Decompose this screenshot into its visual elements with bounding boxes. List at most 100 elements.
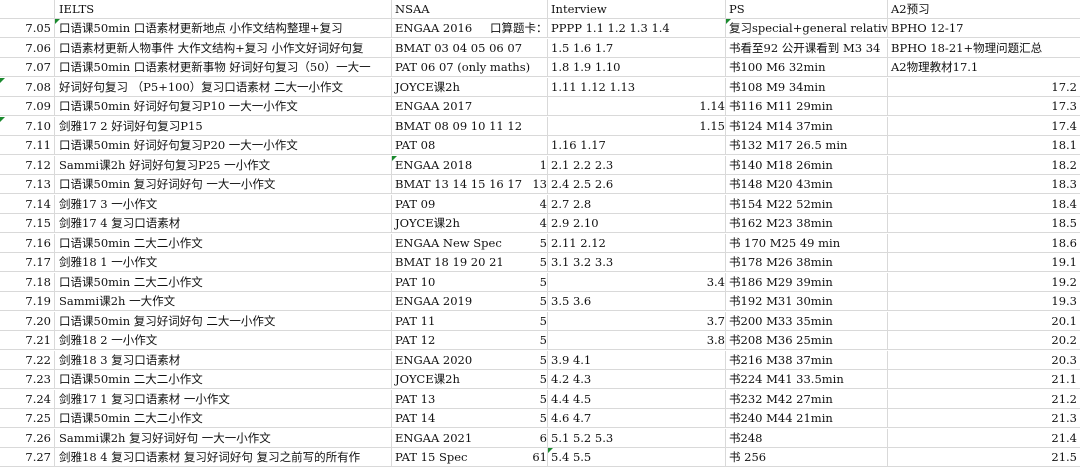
cell-interview[interactable]: 1.11 1.12 1.13 [548,77,726,96]
cell-ielts[interactable]: 口语课50min 二大二小作文 [55,370,392,388]
cell-interview[interactable]: 3.5 3.6 [548,292,726,310]
cell-ps[interactable]: 书186 M29 39min [726,272,888,291]
cell-ielts[interactable]: 剑雅18 4 复习口语素材 复习好词好句 复习之前写的所有作 [55,448,392,466]
cell-nsaa[interactable]: BMAT 03 04 05 06 07 [392,38,548,57]
cell-date[interactable]: 7.17 [0,253,55,271]
cell-interview[interactable]: 1.16 1.17 [548,136,726,154]
cell-a2[interactable]: 19.1 [888,253,1080,271]
cell-nsaa-overflow[interactable]: 5 [392,253,548,271]
cell-a2[interactable]: 21.4 [888,429,1080,447]
cell-nsaa[interactable]: PAT 06 07 (only maths) [392,58,548,76]
cell-interview[interactable]: 5.1 5.2 5.3 [548,428,726,447]
cell-ielts[interactable]: 剑雅18 3 复习口语素材 [55,350,392,369]
cell-interview[interactable]: 2.7 2.8 [548,194,726,213]
cell-ps[interactable]: 书192 M31 30min [726,292,888,310]
cell-a2[interactable]: 21.1 [888,370,1080,388]
cell-a2[interactable]: BPHO 18-21+物理问题汇总 [888,39,1080,57]
cell-date[interactable]: 7.09 [0,97,55,115]
cell-date[interactable]: 7.20 [0,311,55,330]
cell-interview-right[interactable]: 1.15 [548,117,726,135]
header-a2[interactable]: A2预习 [888,0,1080,18]
cell-nsaa-overflow[interactable]: 5 [392,312,548,330]
cell-a2[interactable]: 18.6 [888,234,1080,252]
header-date[interactable] [0,0,55,18]
cell-ps[interactable]: 书 256 [726,448,888,466]
cell-ps[interactable]: 书208 M36 25min [726,331,888,349]
cell-nsaa-overflow[interactable]: 5 [392,409,548,427]
cell-nsaa[interactable]: BMAT 08 09 10 11 12 [392,116,548,135]
cell-ielts[interactable]: 口语课50min 二大二小作文 [55,233,392,252]
cell-ps[interactable]: 书154 M22 52min [726,194,888,213]
cell-interview-right[interactable]: 3.8 [548,331,726,349]
cell-interview[interactable]: 1.8 1.9 1.10 [548,58,726,76]
cell-a2[interactable]: 18.2 [888,156,1080,174]
cell-ielts[interactable]: 剑雅17 1 复习口语素材 一小作文 [55,389,392,408]
cell-date[interactable]: 7.13 [0,175,55,193]
cell-interview[interactable]: 2.4 2.5 2.6 [548,175,726,193]
cell-date[interactable]: 7.24 [0,389,55,408]
cell-a2[interactable]: 20.1 [888,312,1080,330]
cell-date[interactable]: 7.10 [0,116,55,135]
cell-interview[interactable]: 4.2 4.3 [548,370,726,388]
cell-a2[interactable]: 19.3 [888,292,1080,310]
cell-a2[interactable]: 18.4 [888,195,1080,213]
cell-ps[interactable]: 书162 M23 38min [726,214,888,232]
cell-ps[interactable]: 书140 M18 26min [726,155,888,174]
cell-date[interactable]: 7.27 [0,448,55,466]
cell-a2[interactable]: 21.5 [888,448,1080,466]
header-ielts[interactable]: IELTS [55,0,392,18]
cell-ps[interactable]: 书124 M14 37min [726,116,888,135]
cell-interview[interactable]: 4.6 4.7 [548,409,726,427]
cell-ielts[interactable]: 口语课50min 口语素材更新地点 小作文结构整理+复习 [55,19,392,37]
cell-nsaa-overflow[interactable]: 5 [392,351,548,369]
cell-interview[interactable]: 2.1 2.2 2.3 [548,155,726,174]
cell-date[interactable]: 7.25 [0,409,55,427]
cell-date[interactable]: 7.11 [0,136,55,154]
cell-interview[interactable]: 2.9 2.10 [548,214,726,232]
cell-date[interactable]: 7.18 [0,272,55,291]
cell-ielts[interactable]: 口语课50min 好词好句复习P20 一大一小作文 [55,136,392,154]
cell-a2[interactable]: 18.1 [888,136,1080,154]
cell-a2[interactable]: 18.3 [888,175,1080,193]
cell-a2[interactable]: A2物理教材17.1 [888,58,1080,76]
cell-a2[interactable]: 17.4 [888,117,1080,135]
cell-interview[interactable]: 5.4 5.5 [548,448,726,466]
cell-ielts[interactable]: Sammi课2h 好词好句复习P25 一小作文 [55,155,392,174]
cell-interview-right[interactable]: 1.14 [548,97,726,115]
cell-nsaa-overflow[interactable]: 5 [392,273,548,291]
cell-date[interactable]: 7.06 [0,38,55,57]
cell-nsaa[interactable]: PAT 08 [392,136,548,154]
cell-nsaa-overflow[interactable]: 61 [392,448,548,466]
cell-ielts[interactable]: 口语课50min 复习好词好句 二大一小作文 [55,311,392,330]
cell-a2[interactable]: 21.2 [888,390,1080,408]
cell-ps[interactable]: 书224 M41 33.5min [726,370,888,388]
cell-ielts[interactable]: 口语素材更新人物事件 大作文结构+复习 小作文好词好句复 [55,38,392,57]
cell-nsaa-overflow[interactable]: 5 [392,234,548,252]
cell-date[interactable]: 7.22 [0,350,55,369]
cell-ielts[interactable]: Sammi课2h 复习好词好句 一大一小作文 [55,428,392,447]
cell-ps[interactable]: 书178 M26 38min [726,253,888,271]
cell-a2[interactable]: 21.3 [888,409,1080,427]
cell-date[interactable]: 7.07 [0,58,55,76]
cell-interview[interactable]: 2.11 2.12 [548,233,726,252]
cell-interview[interactable]: 3.1 3.2 3.3 [548,253,726,271]
cell-date[interactable]: 7.05 [0,19,55,37]
cell-ps[interactable]: 书 170 M25 49 min [726,233,888,252]
cell-nsaa-overflow[interactable]: 5 [392,390,548,408]
cell-interview[interactable]: 3.9 4.1 [548,350,726,369]
cell-date[interactable]: 7.15 [0,214,55,232]
header-interview[interactable]: Interview [548,0,726,18]
cell-ps[interactable]: 书200 M33 35min [726,311,888,330]
cell-a2[interactable]: 19.2 [888,273,1080,291]
cell-interview[interactable]: PPPP 1.1 1.2 1.3 1.4 [548,19,726,37]
cell-a2[interactable]: BPHO 12-17 [888,19,1080,37]
cell-ielts[interactable]: 口语课50min 二大二小作文 [55,409,392,427]
header-ps[interactable]: PS [726,0,888,18]
cell-ps[interactable]: 书108 M9 34min [726,77,888,96]
cell-date[interactable]: 7.23 [0,370,55,388]
cell-a2[interactable]: 20.3 [888,351,1080,369]
cell-date[interactable]: 7.08 [0,77,55,96]
cell-interview-right[interactable]: 3.7 [548,312,726,330]
cell-nsaa-overflow[interactable]: 5 [392,370,548,388]
cell-date[interactable]: 7.21 [0,331,55,349]
